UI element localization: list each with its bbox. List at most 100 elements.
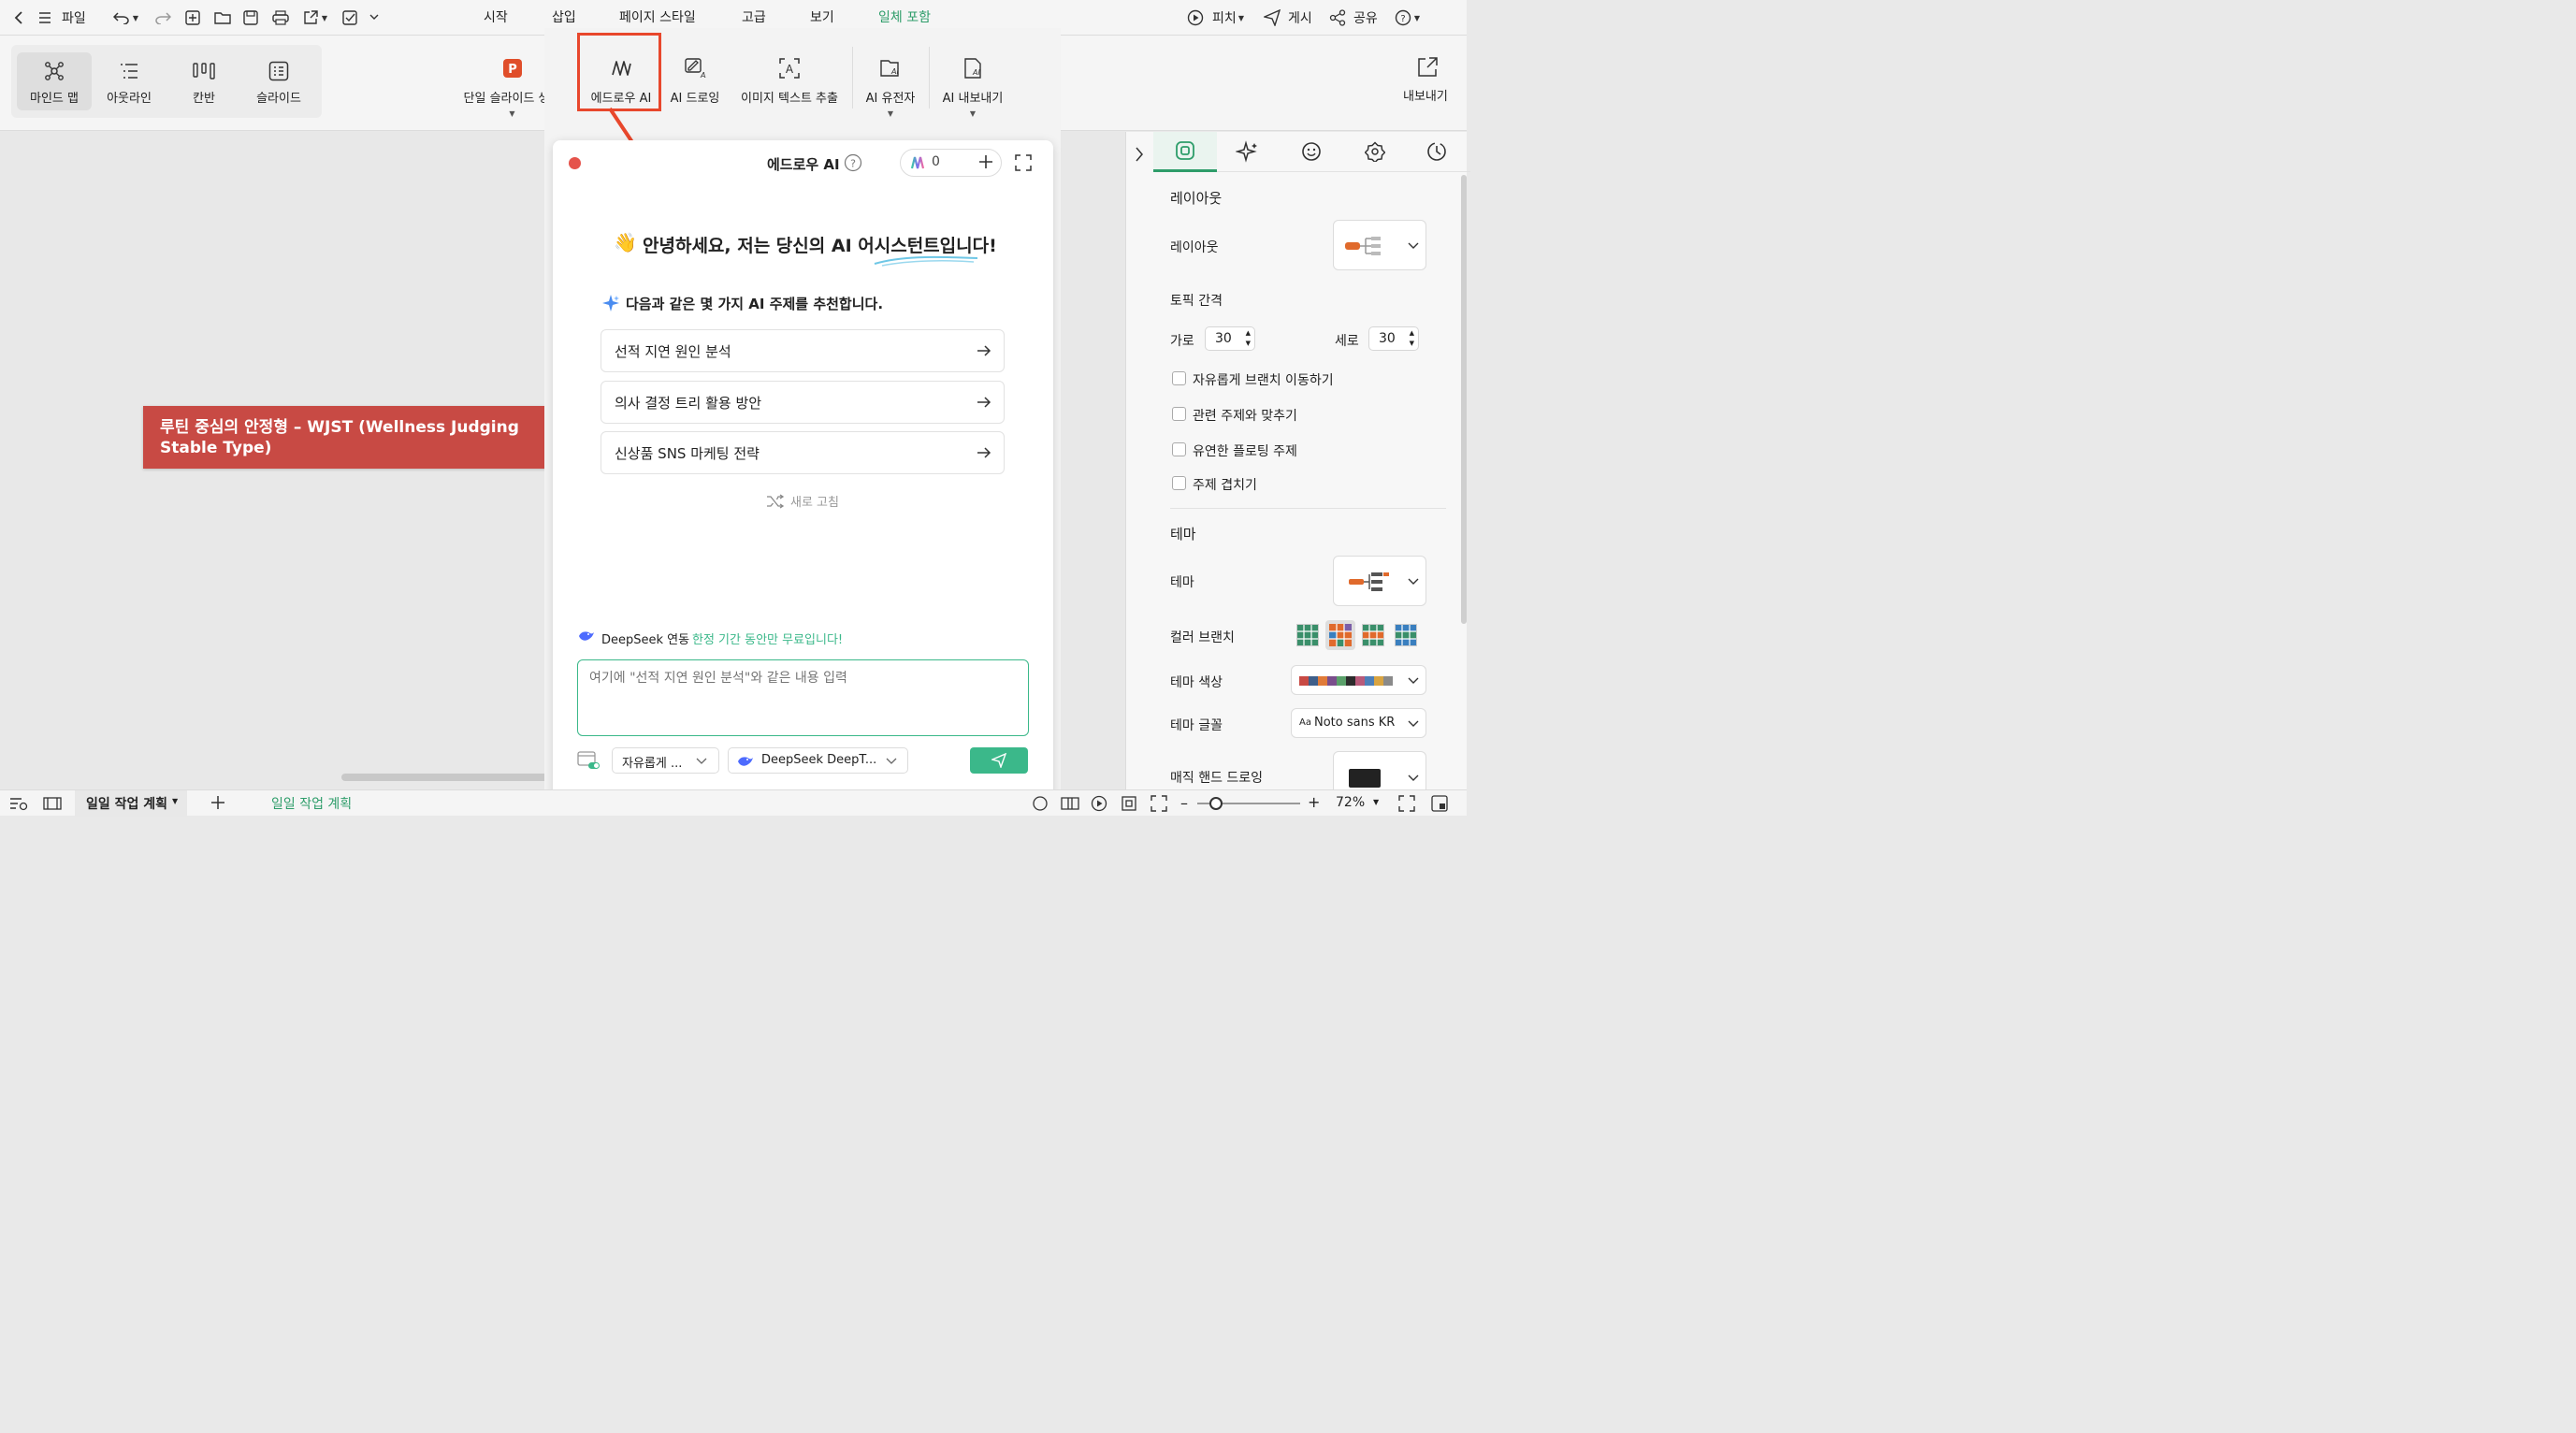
- panel-scrollbar[interactable]: [1461, 175, 1467, 624]
- model-select[interactable]: DeepSeek DeepT...: [728, 747, 908, 774]
- checklist-icon[interactable]: [340, 8, 359, 27]
- tab-advanced[interactable]: 고급: [742, 7, 766, 26]
- export-dropdown-icon[interactable]: ▼: [320, 8, 329, 27]
- color-branch-option[interactable]: [1296, 624, 1319, 646]
- color-branch-option[interactable]: [1395, 624, 1417, 646]
- sheet-tab-dropdown-label: 일일 작업 계획: [86, 797, 168, 812]
- mini-map-icon[interactable]: [1431, 795, 1448, 812]
- add-credits-icon[interactable]: [977, 152, 995, 171]
- mode-select[interactable]: 자유롭게 ...: [612, 747, 719, 774]
- theme-color-select[interactable]: [1291, 665, 1426, 695]
- add-sheet-icon[interactable]: [210, 794, 226, 811]
- suggestion-item[interactable]: 의사 결정 트리 활용 방안: [601, 381, 1005, 424]
- more-dropdown-icon[interactable]: [367, 8, 382, 27]
- tab-ai[interactable]: 일체 포함: [878, 7, 931, 26]
- send-button[interactable]: [970, 747, 1028, 774]
- zoom-in-icon[interactable]: +: [1308, 793, 1320, 811]
- align-related-checkbox[interactable]: [1172, 407, 1186, 421]
- image-text-extract-button[interactable]: A 이미지 텍스트 추출: [735, 36, 844, 123]
- save-icon[interactable]: [241, 8, 260, 27]
- ai-gene-button[interactable]: AI AI 유전자 ▼: [859, 36, 922, 123]
- tab-start[interactable]: 시작: [484, 7, 508, 26]
- settings-gear-icon[interactable]: [1365, 141, 1385, 162]
- pitch-play-icon[interactable]: [1186, 8, 1205, 27]
- palette-swatch: [1383, 676, 1393, 686]
- tab-page-style[interactable]: 페이지 스타일: [619, 7, 696, 26]
- help-dropdown-icon[interactable]: ▼: [1412, 8, 1422, 27]
- zoom-slider-handle[interactable]: [1209, 797, 1223, 810]
- mindmap-topic[interactable]: 루틴 중심의 안정형 – WJST (Wellness Judging Stab…: [143, 406, 555, 469]
- zoom-dropdown-icon[interactable]: ▼: [1373, 798, 1379, 806]
- overlap-topic-label: 주제 겹치기: [1193, 478, 1257, 493]
- ai-export-dropdown-icon[interactable]: ▼: [970, 109, 976, 118]
- active-sheet-tab[interactable]: 일일 작업 계획: [271, 794, 352, 813]
- toggle-settings-icon[interactable]: [577, 750, 601, 771]
- book-view-icon[interactable]: [1061, 796, 1079, 811]
- ai-sparkle-icon[interactable]: [1236, 140, 1260, 165]
- ai-export-button[interactable]: AI AI 내보내기 ▼: [935, 36, 1010, 123]
- overlap-topic-checkbox[interactable]: [1172, 476, 1186, 490]
- stepper-icon[interactable]: ▲ ▼: [1410, 328, 1414, 349]
- color-branch-option[interactable]: [1362, 624, 1384, 646]
- refresh-button[interactable]: 새로 고침: [766, 492, 839, 510]
- stepper-icon[interactable]: ▲ ▼: [1246, 328, 1251, 349]
- view-outline-button[interactable]: 아웃라인: [92, 52, 166, 110]
- fit-page-icon[interactable]: [1121, 795, 1137, 812]
- open-folder-icon[interactable]: [213, 8, 232, 27]
- close-dot-icon[interactable]: [569, 157, 581, 169]
- tab-style[interactable]: [1153, 132, 1217, 172]
- expand-icon[interactable]: [1015, 154, 1032, 171]
- help-icon[interactable]: ?: [1394, 8, 1412, 27]
- export-file-icon[interactable]: [301, 8, 320, 27]
- floating-topic-checkbox[interactable]: [1172, 442, 1186, 456]
- publish-send-icon[interactable]: [1263, 8, 1281, 27]
- fit-screen-icon[interactable]: [1151, 795, 1167, 812]
- print-icon[interactable]: [271, 8, 290, 27]
- vertical-spacing-input[interactable]: 30 ▲ ▼: [1368, 326, 1419, 351]
- chevron-down-icon: [1408, 720, 1419, 727]
- presentation-play-icon[interactable]: [1091, 795, 1107, 812]
- suggestion-item[interactable]: 신상품 SNS 마케팅 전략: [601, 431, 1005, 474]
- undo-dropdown-icon[interactable]: ▼: [131, 8, 140, 27]
- redo-icon[interactable]: [153, 8, 172, 27]
- tab-view[interactable]: 보기: [810, 7, 834, 26]
- hand-drawing-select[interactable]: [1333, 751, 1426, 789]
- emoji-icon[interactable]: [1301, 141, 1322, 162]
- horizontal-spacing-input[interactable]: 30 ▲ ▼: [1205, 326, 1255, 351]
- share-icon[interactable]: [1328, 8, 1347, 27]
- fullscreen-icon[interactable]: [1398, 795, 1415, 812]
- hamburger-menu-icon[interactable]: [36, 8, 54, 27]
- tab-insert[interactable]: 삽입: [552, 7, 576, 26]
- help-circle-icon[interactable]: ?: [844, 153, 862, 172]
- clock-history-icon[interactable]: [1426, 141, 1449, 162]
- zoom-out-icon[interactable]: –: [1180, 794, 1188, 812]
- view-kanban-button[interactable]: 칸반: [166, 52, 241, 110]
- free-branch-checkbox[interactable]: [1172, 371, 1186, 385]
- collapse-panel-icon[interactable]: [1134, 145, 1145, 164]
- suggestion-item[interactable]: 선적 지연 원인 분석: [601, 329, 1005, 372]
- prompt-input[interactable]: [577, 659, 1029, 736]
- theme-font-select[interactable]: Aa Noto sans KR: [1291, 708, 1426, 738]
- file-menu[interactable]: 파일: [62, 0, 86, 36]
- layout-select[interactable]: [1333, 220, 1426, 270]
- ai-gene-dropdown-icon[interactable]: ▼: [888, 109, 893, 118]
- pitch-dropdown-icon[interactable]: ▼: [1237, 8, 1246, 27]
- publish-button[interactable]: 게시: [1288, 0, 1312, 36]
- view-mindmap-button[interactable]: 마인드 맵: [17, 52, 92, 110]
- target-icon[interactable]: [1032, 795, 1049, 812]
- export-button[interactable]: 내보내기: [1399, 36, 1455, 131]
- view-slide-button[interactable]: 슬라이드: [241, 52, 316, 110]
- back-chevron-icon[interactable]: [9, 8, 28, 27]
- single-slide-dropdown-icon[interactable]: ▼: [509, 109, 514, 118]
- share-button[interactable]: 공유: [1353, 0, 1378, 36]
- horizontal-scrollbar[interactable]: [341, 774, 566, 781]
- pitch-button[interactable]: 피치: [1212, 0, 1237, 36]
- new-page-icon[interactable]: [183, 8, 202, 27]
- sheet-tab-dropdown[interactable]: 일일 작업 계획 ▼: [75, 790, 187, 817]
- undo-icon[interactable]: [112, 8, 131, 27]
- theme-select[interactable]: [1333, 556, 1426, 606]
- color-branch-option-selected[interactable]: [1325, 620, 1355, 650]
- page-panel-icon[interactable]: [43, 796, 62, 811]
- page-list-icon[interactable]: [9, 796, 28, 811]
- zoom-level[interactable]: 72%: [1336, 795, 1365, 810]
